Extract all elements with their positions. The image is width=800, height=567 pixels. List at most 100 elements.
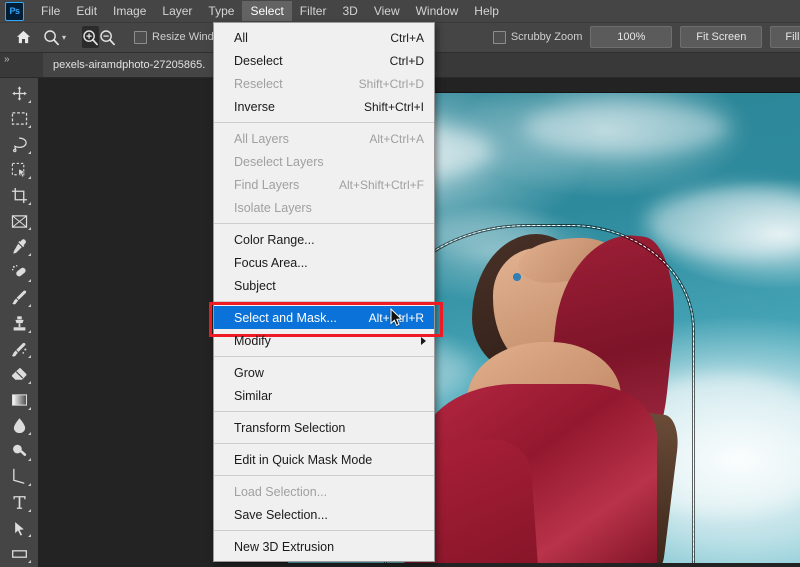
tool-flyout-marker	[28, 457, 31, 461]
menu-layer[interactable]: Layer	[154, 1, 200, 21]
menu-item-shortcut: Shift+Ctrl+D	[358, 76, 424, 91]
chevron-down-icon[interactable]: ▾	[62, 33, 66, 42]
tool-flyout-marker	[28, 125, 31, 129]
menu-item-subject[interactable]: Subject	[214, 274, 434, 297]
menu-item-shortcut: Alt+Shift+Ctrl+F	[338, 177, 424, 192]
tool-flyout-marker	[28, 99, 31, 103]
path-selection-tool[interactable]	[4, 516, 34, 541]
pen-tool[interactable]	[4, 465, 34, 490]
eyedropper-tool[interactable]	[4, 234, 34, 259]
menu-item-all[interactable]: All Ctrl+A	[214, 26, 434, 49]
menu-help[interactable]: Help	[466, 1, 507, 21]
menu-item-deselect[interactable]: Deselect Ctrl+D	[214, 49, 434, 72]
menu-item-label: Focus Area...	[234, 255, 308, 270]
tool-flyout-marker	[28, 150, 31, 154]
zoom-out-button[interactable]	[99, 26, 116, 48]
photoshop-window: Ps File Edit Image Layer Type Select Filter 3D V…	[0, 0, 800, 567]
scrubby-zoom-checkbox[interactable]: Scrubby Zoom	[492, 30, 583, 44]
menu-item-label: New 3D Extrusion	[234, 539, 335, 554]
menu-item-inverse[interactable]: Inverse Shift+Ctrl+I	[214, 95, 434, 118]
tool-flyout-marker	[28, 201, 31, 205]
spot-healing-brush-tool[interactable]	[4, 260, 34, 285]
fit-screen-button[interactable]: Fit Screen	[680, 26, 763, 48]
menu-window[interactable]: Window	[408, 1, 467, 21]
zoom-100-button[interactable]: 100%	[590, 26, 673, 48]
dodge-tool[interactable]	[4, 439, 34, 464]
menu-separator	[214, 443, 434, 444]
menu-view[interactable]: View	[366, 1, 408, 21]
tool-flyout-marker	[28, 508, 31, 512]
tool-flyout-marker	[28, 278, 31, 282]
menu-item-label: Isolate Layers	[234, 200, 312, 215]
horizontal-type-tool[interactable]	[4, 490, 34, 515]
tool-flyout-marker	[28, 380, 31, 384]
menu-type[interactable]: Type	[200, 1, 242, 21]
menu-item-modify[interactable]: Modify	[214, 329, 434, 352]
menu-item-label: Deselect Layers	[234, 154, 324, 169]
checkbox-box[interactable]	[134, 30, 148, 44]
document-tab[interactable]: pexels-airamdphoto-27205865.	[43, 52, 217, 77]
menu-item-shortcut: Alt+Ctrl+A	[369, 131, 424, 146]
submenu-arrow-icon	[421, 336, 426, 345]
gradient-tool[interactable]	[4, 388, 34, 413]
menu-item-similar[interactable]: Similar	[214, 384, 434, 407]
menu-item-new-3d-extrusion[interactable]: New 3D Extrusion	[214, 535, 434, 558]
menu-separator	[214, 411, 434, 412]
clone-stamp-tool[interactable]	[4, 311, 34, 336]
menu-item-color-range[interactable]: Color Range...	[214, 228, 434, 251]
menu-item-label: Select and Mask...	[234, 310, 337, 325]
tool-flyout-marker	[28, 483, 31, 487]
menu-select[interactable]: Select	[242, 1, 292, 21]
menu-item-edit-in-quick-mask-mode[interactable]: Edit in Quick Mask Mode	[214, 448, 434, 471]
menu-separator	[214, 122, 434, 123]
menu-image[interactable]: Image	[105, 1, 154, 21]
menu-item-label: Reselect	[234, 76, 283, 91]
zoom-in-button[interactable]	[82, 26, 100, 48]
menu-item-save-selection[interactable]: Save Selection...	[214, 503, 434, 526]
history-brush-tool[interactable]	[4, 337, 34, 362]
rectangle-tool[interactable]	[4, 541, 34, 566]
lasso-tool[interactable]	[4, 132, 34, 157]
menu-filter[interactable]: Filter	[292, 1, 335, 21]
crop-tool[interactable]	[4, 183, 34, 208]
menu-item-reselect: Reselect Shift+Ctrl+D	[214, 72, 434, 95]
menu-item-label: Color Range...	[234, 232, 315, 247]
menu-item-load-selection: Load Selection...	[214, 480, 434, 503]
home-icon[interactable]	[16, 26, 31, 48]
eraser-tool[interactable]	[4, 362, 34, 387]
menu-item-label: All	[234, 30, 248, 45]
menu-item-label: Deselect	[234, 53, 283, 68]
frame-tool[interactable]	[4, 209, 34, 234]
zoom-tool-icon[interactable]	[43, 26, 60, 48]
tools-panel	[0, 77, 38, 567]
tool-flyout-marker	[28, 432, 31, 436]
menu-file[interactable]: File	[33, 1, 68, 21]
menu-bar: Ps File Edit Image Layer Type Select Filter 3D V…	[0, 0, 800, 23]
rectangular-marquee-tool[interactable]	[4, 107, 34, 132]
select-menu-dropdown[interactable]: All Ctrl+A Deselect Ctrl+D Reselect Shift+Ctr…	[209, 22, 443, 562]
menu-item-label: Grow	[234, 365, 264, 380]
scrubby-zoom-label: Scrubby Zoom	[510, 31, 583, 43]
blur-tool[interactable]	[4, 414, 34, 439]
double-chevron-right-icon[interactable]: »	[4, 54, 10, 65]
menu-item-label: Inverse	[234, 99, 275, 114]
photoshop-logo-icon: Ps	[5, 1, 24, 21]
menu-item-find-layers: Find Layers Alt+Shift+Ctrl+F	[214, 173, 434, 196]
tool-flyout-marker	[28, 176, 31, 180]
tool-flyout-marker	[28, 253, 31, 257]
quick-selection-tool[interactable]	[4, 158, 34, 183]
menu-item-isolate-layers: Isolate Layers	[214, 196, 434, 219]
menu-separator	[214, 475, 434, 476]
menu-item-label: Modify	[234, 333, 271, 348]
brush-tool[interactable]	[4, 286, 34, 311]
menu-item-grow[interactable]: Grow	[214, 361, 434, 384]
mouse-cursor-icon	[390, 307, 403, 332]
menu-3d[interactable]: 3D	[334, 1, 365, 21]
checkbox-box-scrubby[interactable]	[492, 30, 506, 44]
menu-item-focus-area[interactable]: Focus Area...	[214, 251, 434, 274]
tool-flyout-marker	[28, 534, 31, 538]
move-tool[interactable]	[4, 81, 34, 106]
fill-screen-button[interactable]: Fill Screen	[770, 26, 800, 48]
menu-edit[interactable]: Edit	[68, 1, 105, 21]
menu-item-transform-selection[interactable]: Transform Selection	[214, 416, 434, 439]
